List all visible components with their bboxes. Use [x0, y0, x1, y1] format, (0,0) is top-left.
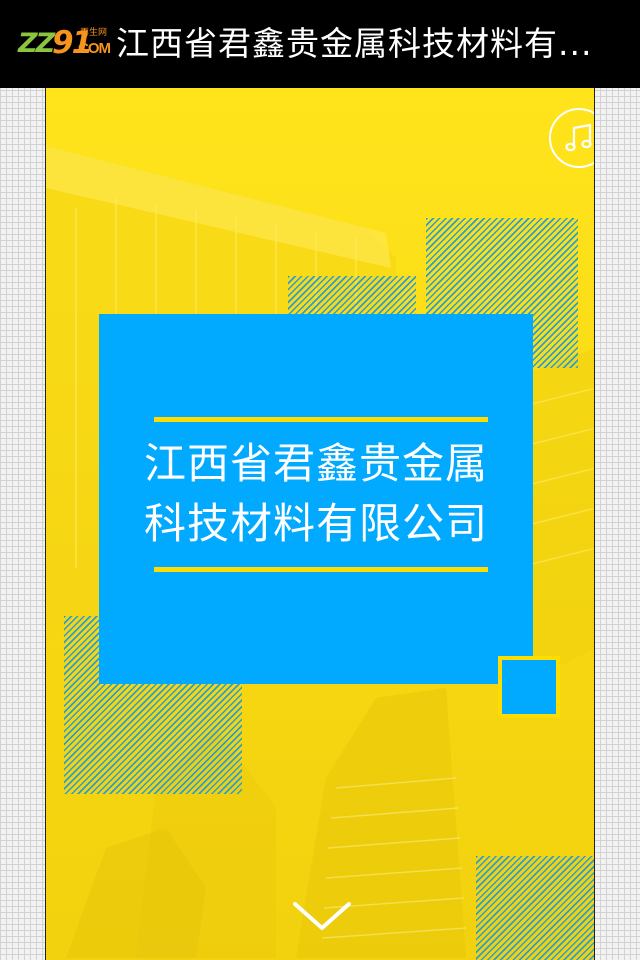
- company-name-panel: 江西省君鑫贵金属 科技材料有限公司: [99, 314, 533, 684]
- company-name: 江西省君鑫贵金属 科技材料有限公司: [119, 434, 513, 554]
- top-bar: ZZ 91 再生网 COM 江西省君鑫贵金属科技材料有...: [0, 0, 640, 88]
- page-title: 江西省君鑫贵金属科技材料有...: [116, 24, 593, 63]
- logo-small-text: 再生网: [80, 28, 108, 38]
- cover-slide: 江西省君鑫贵金属 科技材料有限公司: [45, 88, 595, 960]
- logo-com-text: COM: [78, 40, 111, 57]
- chevron-down-icon[interactable]: [291, 896, 353, 936]
- logo-zz-text: ZZ: [18, 28, 55, 59]
- company-name-line-2: 科技材料有限公司: [143, 499, 488, 548]
- top-divider: [154, 417, 488, 422]
- zz91-logo[interactable]: ZZ 91 再生网 COM: [18, 27, 111, 61]
- stripe-block-bottom-right: [476, 856, 594, 960]
- music-note-icon: [565, 123, 592, 152]
- bottom-divider: [154, 567, 488, 572]
- stripe-block-top-middle: [288, 276, 416, 316]
- decorative-square: [498, 656, 560, 718]
- company-name-line-1: 江西省君鑫贵金属: [143, 439, 488, 488]
